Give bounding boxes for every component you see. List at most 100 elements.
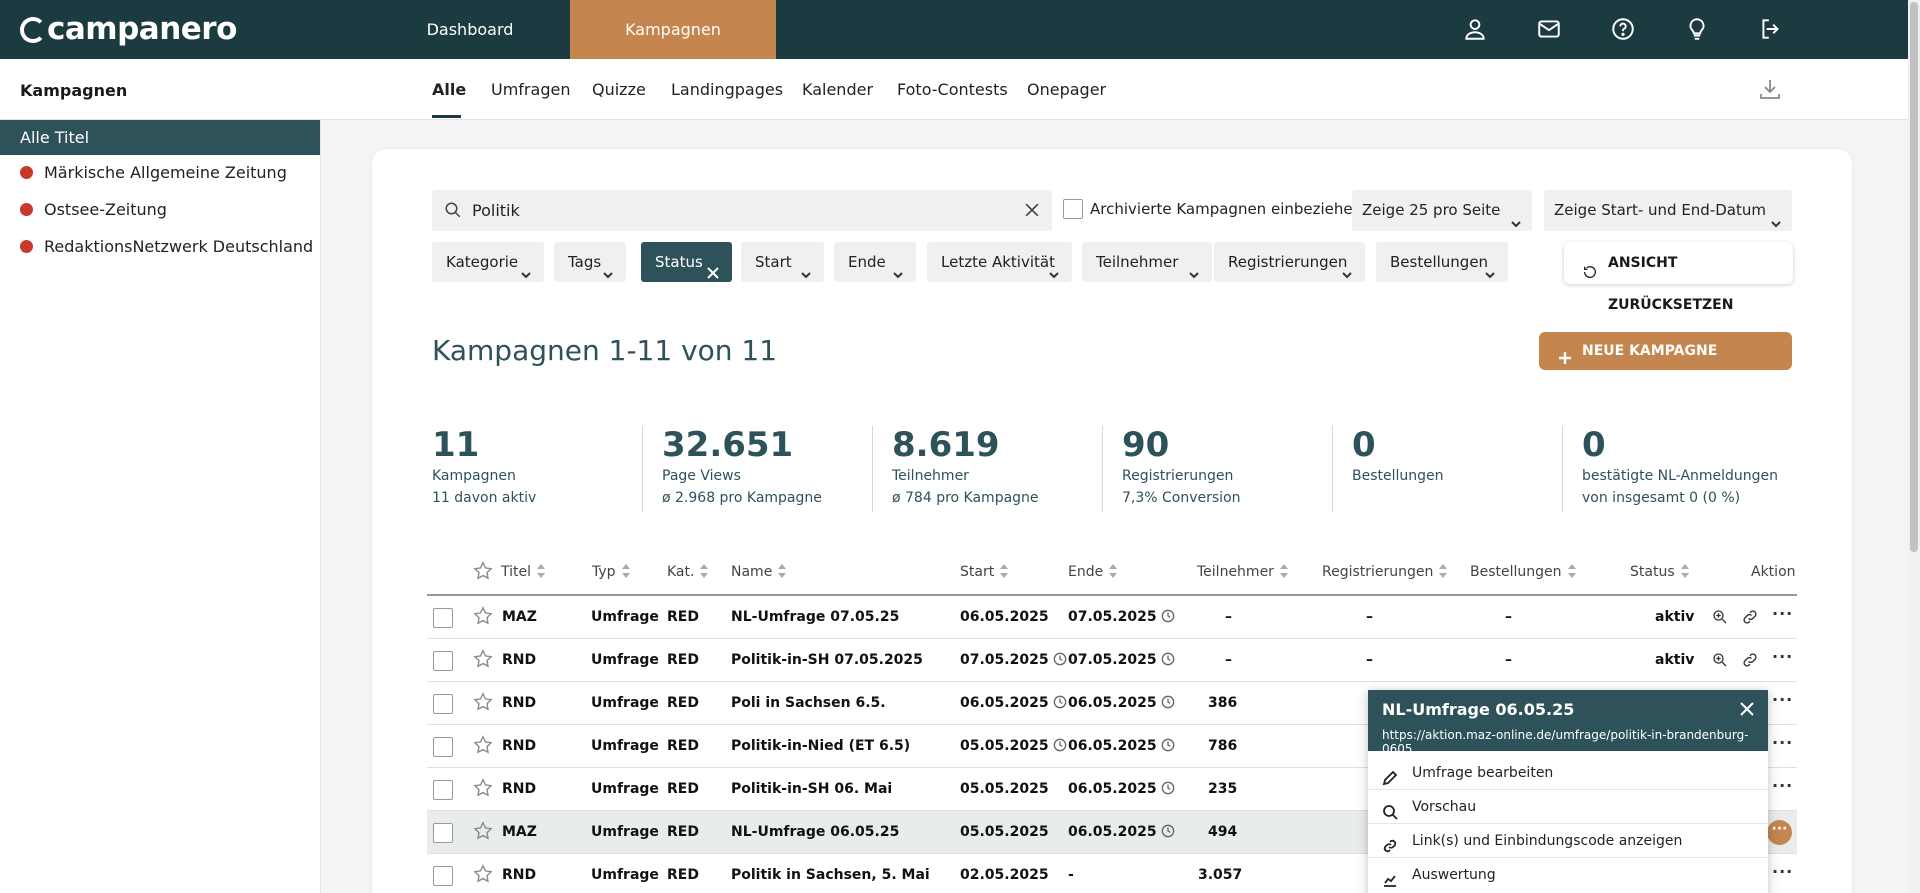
sidebar-item-alle-titel[interactable]: Alle Titel: [0, 120, 320, 155]
tab-alle[interactable]: Alle: [432, 80, 466, 99]
th-name[interactable]: Name: [731, 564, 787, 580]
row-checkbox[interactable]: [433, 780, 453, 800]
close-icon[interactable]: [1738, 700, 1756, 718]
user-icon[interactable]: [1462, 16, 1488, 42]
popup-url[interactable]: https://aktion.maz-online.de/umfrage/pol…: [1382, 728, 1768, 756]
star-icon[interactable]: [472, 691, 494, 713]
sidebar-item-ostsee[interactable]: Ostsee-Zeitung: [0, 192, 320, 227]
cell-name[interactable]: Politik-in-SH 07.05.2025: [731, 652, 923, 668]
clear-search-icon[interactable]: [1022, 200, 1042, 220]
th-registrierungen[interactable]: Registrierungen: [1322, 564, 1448, 580]
star-icon[interactable]: [472, 863, 494, 885]
filter-letzte-aktivitaet[interactable]: Letzte Aktivität: [927, 242, 1072, 282]
th-kat[interactable]: Kat.: [667, 564, 709, 580]
filter-status[interactable]: Status: [641, 242, 732, 282]
star-icon[interactable]: [472, 648, 494, 670]
filter-start[interactable]: Start: [741, 242, 824, 282]
sidebar-item-maz[interactable]: Märkische Allgemeine Zeitung: [0, 155, 320, 190]
sidebar-item-rnd[interactable]: RedaktionsNetzwerk Deutschland: [0, 229, 320, 264]
row-checkbox[interactable]: [433, 823, 453, 843]
star-icon[interactable]: [472, 560, 494, 582]
lightbulb-icon[interactable]: [1684, 16, 1710, 42]
new-campaign-button[interactable]: NEUE KAMPAGNE ERSTELLEN: [1539, 332, 1792, 397]
more-icon[interactable]: ···: [1767, 820, 1792, 845]
scrollbar-thumb[interactable]: [1910, 2, 1918, 552]
campanero-logo[interactable]: campanero: [20, 11, 237, 47]
star-icon[interactable]: [472, 777, 494, 799]
logout-icon[interactable]: [1758, 16, 1784, 42]
ende-value: 06.05.2025: [1068, 781, 1157, 797]
cell-name[interactable]: Politik-in-SH 06. Mai: [731, 781, 892, 797]
filter-ende[interactable]: Ende: [834, 242, 916, 282]
th-titel[interactable]: Titel: [501, 564, 546, 580]
row-checkbox[interactable]: [433, 694, 453, 714]
cell-name[interactable]: Politik-in-Nied (ET 6.5): [731, 738, 910, 754]
tab-onepager[interactable]: Onepager: [1027, 80, 1106, 99]
cell-ende: -: [1068, 867, 1074, 883]
tab-kalender[interactable]: Kalender: [802, 80, 873, 99]
zoom-icon[interactable]: [1711, 651, 1729, 669]
link-icon[interactable]: [1741, 608, 1759, 626]
cell-teilnehmer: 235: [1208, 781, 1238, 797]
star-icon[interactable]: [472, 820, 494, 842]
close-icon[interactable]: [706, 255, 720, 279]
table-row[interactable]: MAZ Umfrage RED NL-Umfrage 07.05.25 06.0…: [427, 596, 1797, 639]
row-checkbox[interactable]: [433, 608, 453, 628]
filter-teilnehmer[interactable]: Teilnehmer: [1082, 242, 1212, 282]
download-icon[interactable]: [1758, 77, 1782, 101]
th-teilnehmer[interactable]: Teilnehmer: [1197, 564, 1288, 580]
row-checkbox[interactable]: [433, 651, 453, 671]
reset-view-button[interactable]: ANSICHT ZURÜCKSETZEN: [1564, 242, 1793, 313]
star-icon[interactable]: [472, 605, 494, 627]
link-icon[interactable]: [1741, 651, 1759, 669]
cell-status: aktiv: [1655, 609, 1695, 625]
row-checkbox[interactable]: [433, 866, 453, 886]
more-icon[interactable]: ···: [1772, 647, 1793, 666]
filter-kategorie[interactable]: Kategorie: [432, 242, 544, 282]
th-status[interactable]: Status: [1630, 564, 1689, 580]
menu-item-edit[interactable]: Umfrage bearbeiten: [1368, 756, 1768, 790]
tab-landingpages[interactable]: Landingpages: [671, 80, 783, 99]
th-start[interactable]: Start: [960, 564, 1009, 580]
tab-foto-contests[interactable]: Foto-Contests: [897, 80, 1008, 99]
nav-kampagnen[interactable]: Kampagnen: [570, 0, 776, 59]
more-icon[interactable]: ···: [1772, 604, 1793, 623]
row-checkbox[interactable]: [433, 737, 453, 757]
filter-tags[interactable]: Tags: [554, 242, 626, 282]
more-icon[interactable]: ···: [1772, 690, 1793, 709]
th-typ[interactable]: Typ: [592, 564, 630, 580]
tab-umfragen[interactable]: Umfragen: [491, 80, 570, 99]
search-input[interactable]: Politik: [432, 190, 1052, 231]
cell-bestellungen: –: [1505, 609, 1512, 625]
th-bestellungen[interactable]: Bestellungen: [1470, 564, 1576, 580]
tab-quizze[interactable]: Quizze: [592, 80, 646, 99]
date-display-select[interactable]: Zeige Start- und End-Datum: [1544, 190, 1792, 231]
help-icon[interactable]: [1610, 16, 1636, 42]
sort-icon: [1680, 564, 1689, 578]
mail-icon[interactable]: [1536, 16, 1562, 42]
cell-name[interactable]: Poli in Sachsen 6.5.: [731, 695, 886, 711]
sort-icon: [1279, 564, 1288, 578]
scrollbar[interactable]: [1908, 0, 1920, 893]
table-row[interactable]: RND Umfrage RED Politik-in-SH 07.05.2025…: [427, 639, 1797, 682]
more-icon[interactable]: ···: [1772, 776, 1793, 795]
nav-dashboard[interactable]: Dashboard: [405, 0, 535, 59]
cell-start: 02.05.2025: [960, 867, 1049, 883]
cell-name[interactable]: Politik in Sachsen, 5. Mai: [731, 867, 930, 883]
menu-item-analytics[interactable]: Auswertung: [1368, 858, 1768, 892]
menu-item-preview[interactable]: Vorschau: [1368, 790, 1768, 824]
cell-name[interactable]: NL-Umfrage 07.05.25: [731, 609, 899, 625]
cell-start: 07.05.2025: [960, 652, 1067, 668]
more-icon[interactable]: ···: [1772, 733, 1793, 752]
filter-registrierungen[interactable]: Registrierungen: [1214, 242, 1365, 282]
cell-titel: MAZ: [502, 824, 537, 840]
cell-name[interactable]: NL-Umfrage 06.05.25: [731, 824, 899, 840]
zoom-icon[interactable]: [1711, 608, 1729, 626]
archiv-checkbox[interactable]: [1063, 199, 1083, 219]
more-icon[interactable]: ···: [1772, 862, 1793, 881]
menu-item-links[interactable]: Link(s) und Einbindungscode anzeigen: [1368, 824, 1768, 858]
per-page-select[interactable]: Zeige 25 pro Seite: [1352, 190, 1532, 231]
filter-bestellungen[interactable]: Bestellungen: [1376, 242, 1508, 282]
star-icon[interactable]: [472, 734, 494, 756]
th-ende[interactable]: Ende: [1068, 564, 1118, 580]
